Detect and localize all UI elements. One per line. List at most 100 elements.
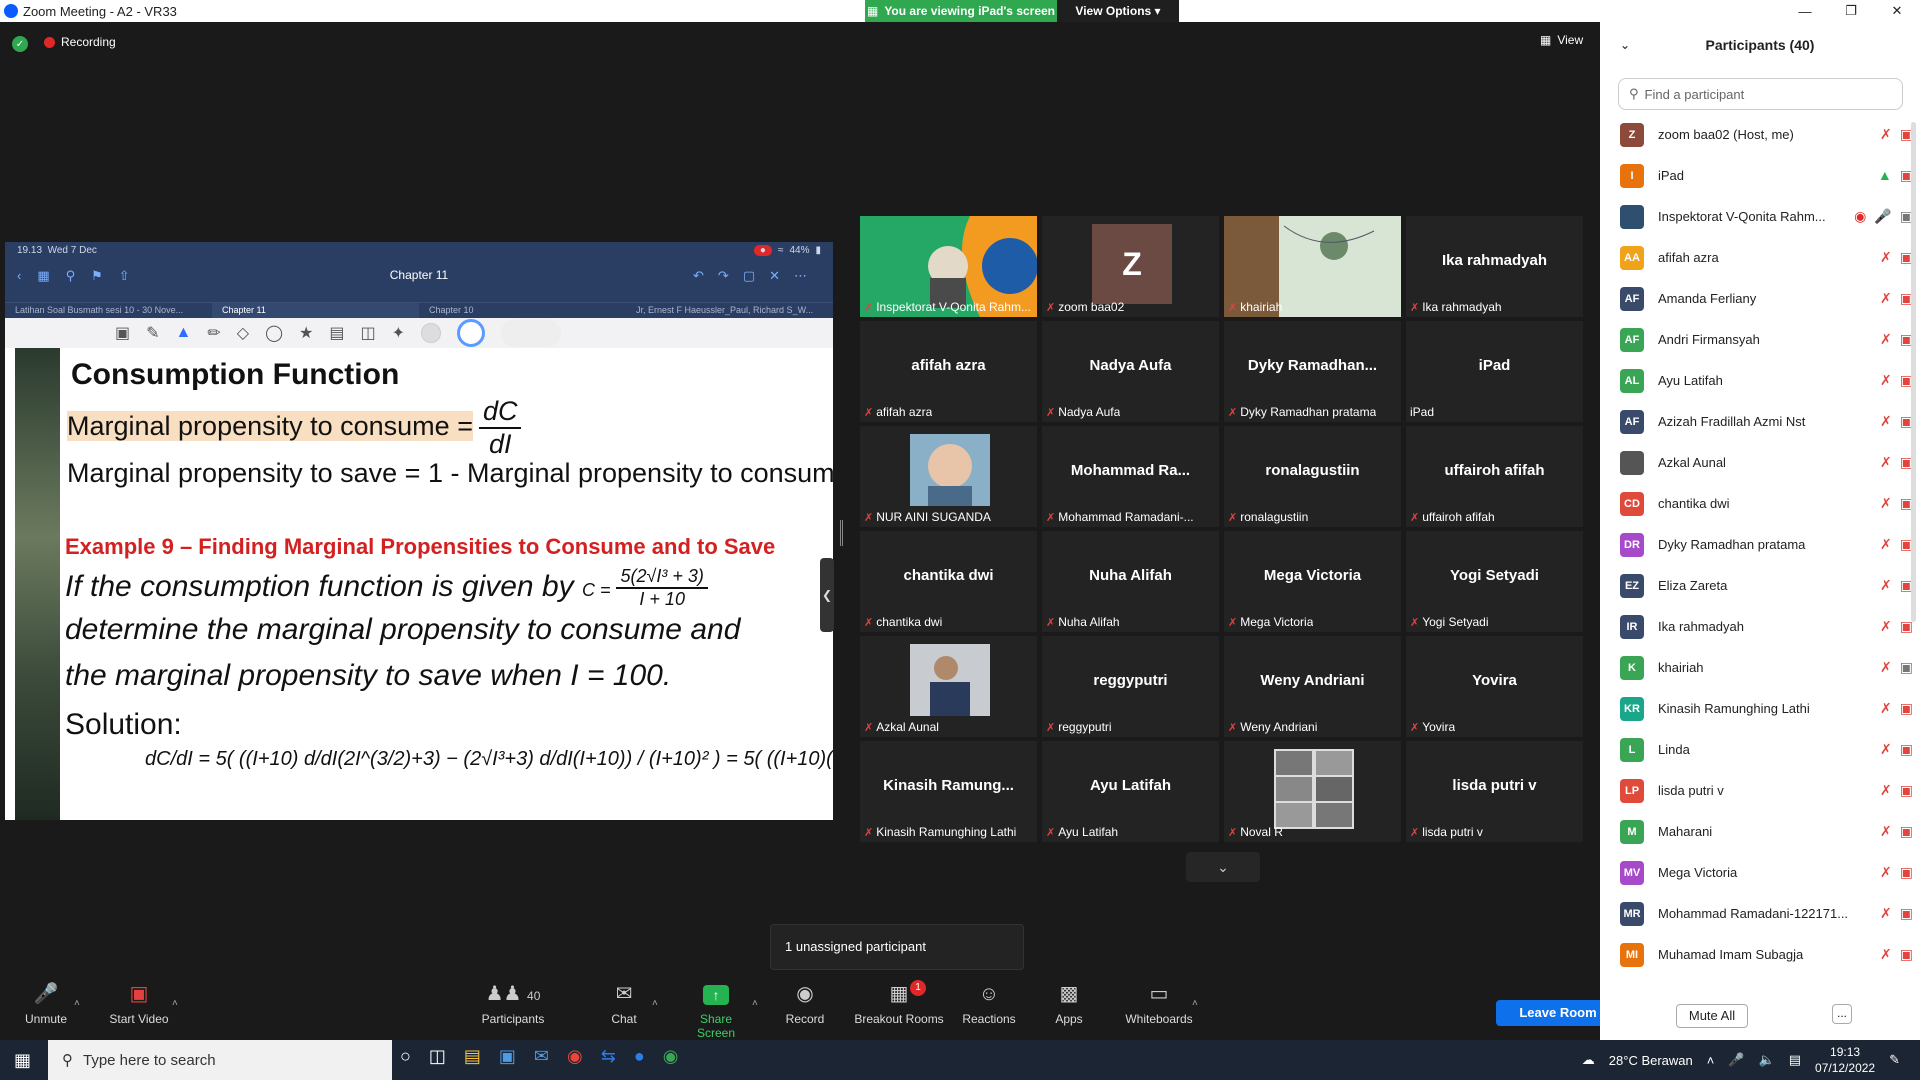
participant-row[interactable]: MV Mega Victoria ✗ ▣ bbox=[1620, 852, 1913, 893]
mute-all-button[interactable]: Mute All bbox=[1676, 1004, 1748, 1028]
participant-row[interactable]: IR Ika rahmadyah ✗ ▣ bbox=[1620, 606, 1913, 647]
muted-mic-icon[interactable]: ✗ bbox=[1880, 290, 1892, 307]
tray-chevron-icon[interactable]: ˄ bbox=[1707, 1053, 1715, 1068]
participant-row[interactable]: M Maharani ✗ ▣ bbox=[1620, 811, 1913, 852]
video-tile[interactable]: reggyputri ✗ reggyputri bbox=[1042, 636, 1219, 737]
video-tile[interactable]: uffairoh afifah ✗ uffairoh afifah bbox=[1406, 426, 1583, 527]
video-tile[interactable]: Nadya Aufa ✗ Nadya Aufa bbox=[1042, 321, 1219, 422]
video-tile[interactable]: ✗ Inspektorat V-Qonita Rahm... bbox=[860, 216, 1037, 317]
video-off-icon[interactable]: ▣ bbox=[1900, 946, 1913, 963]
muted-mic-icon[interactable]: ✗ bbox=[1880, 659, 1892, 676]
participant-row[interactable]: Azkal Aunal ✗ ▣ bbox=[1620, 442, 1913, 483]
cortana-icon[interactable]: ○ bbox=[400, 1046, 411, 1067]
video-off-icon[interactable]: ▣ bbox=[1900, 905, 1913, 922]
minimize-button[interactable]: — bbox=[1782, 0, 1828, 22]
reactions-button[interactable]: ☺ Reactions bbox=[962, 980, 1016, 1026]
collapse-panel-button[interactable]: ❮ bbox=[820, 558, 834, 632]
chat-button[interactable]: ✉ Chat bbox=[606, 980, 642, 1026]
video-tile[interactable]: Yogi Setyadi ✗ Yogi Setyadi bbox=[1406, 531, 1583, 632]
participant-row[interactable]: AA afifah azra ✗ ▣ bbox=[1620, 237, 1913, 278]
video-tile[interactable]: iPad iPad bbox=[1406, 321, 1583, 422]
video-tile[interactable]: Mohammad Ra... ✗ Mohammad Ramadani-... bbox=[1042, 426, 1219, 527]
chevron-down-icon[interactable]: ⌄ bbox=[1620, 22, 1630, 68]
teamviewer-icon[interactable]: ⇆ bbox=[601, 1046, 616, 1067]
participant-row[interactable]: L Linda ✗ ▣ bbox=[1620, 729, 1913, 770]
video-tile[interactable]: ✗ Azkal Aunal bbox=[860, 636, 1037, 737]
participant-row[interactable]: LP lisda putri v ✗ ▣ bbox=[1620, 770, 1913, 811]
task-view-icon[interactable]: ◫ bbox=[429, 1046, 446, 1067]
video-off-icon[interactable]: ▣ bbox=[1900, 741, 1913, 758]
close-button[interactable]: ✕ bbox=[1874, 0, 1920, 22]
record-button[interactable]: ◉ Record bbox=[782, 980, 828, 1026]
file-explorer-icon[interactable]: ▤ bbox=[464, 1046, 481, 1067]
participant-row[interactable]: DR Dyky Ramadhan pratama ✗ ▣ bbox=[1620, 524, 1913, 565]
mic-icon[interactable]: 🎤 bbox=[1874, 208, 1891, 225]
participant-row[interactable]: EZ Eliza Zareta ✗ ▣ bbox=[1620, 565, 1913, 606]
video-tile[interactable]: ✗ khairiah bbox=[1224, 216, 1401, 317]
shared-screen[interactable]: 19.13 Wed 7 Dec ● ≈44% ▮ ‹▦⚲⚑⇧ Chapter 11 … bbox=[5, 242, 833, 820]
participant-row[interactable]: Inspektorat V-Qonita Rahm... ◉ 🎤 ▣ bbox=[1620, 196, 1913, 237]
recording-indicator[interactable]: Recording bbox=[44, 35, 116, 49]
muted-mic-icon[interactable]: ✗ bbox=[1880, 331, 1892, 348]
video-tile[interactable]: Dyky Ramadhan... ✗ Dyky Ramadhan pratama bbox=[1224, 321, 1401, 422]
weather-text[interactable]: 28°C Berawan bbox=[1609, 1053, 1693, 1068]
mail-icon[interactable]: ✉ bbox=[534, 1046, 549, 1067]
participant-row[interactable]: AF Andri Firmansyah ✗ ▣ bbox=[1620, 319, 1913, 360]
taskbar-search-input[interactable]: ⚲ Type here to search bbox=[48, 1040, 392, 1080]
maximize-button[interactable]: ❐ bbox=[1828, 0, 1874, 22]
chrome-icon-2[interactable]: ◉ bbox=[663, 1046, 679, 1067]
whiteboards-button[interactable]: ▭ Whiteboards bbox=[1124, 980, 1194, 1026]
audio-options-caret[interactable]: ˄ bbox=[74, 998, 80, 1009]
muted-mic-icon[interactable]: ✗ bbox=[1880, 782, 1892, 799]
muted-mic-icon[interactable]: ✗ bbox=[1880, 372, 1892, 389]
windows-start-icon[interactable]: ▦ bbox=[14, 1050, 31, 1071]
video-tile[interactable]: Z ✗ zoom baa02 bbox=[1042, 216, 1219, 317]
video-tile[interactable]: ronalagustiin ✗ ronalagustiin bbox=[1224, 426, 1401, 527]
video-options-caret[interactable]: ˄ bbox=[172, 998, 178, 1009]
unassigned-participant-tooltip[interactable]: 1 unassigned participant bbox=[770, 924, 1024, 970]
participant-row[interactable]: IiPad ▲ ▣ bbox=[1620, 155, 1913, 196]
video-off-icon[interactable]: ▣ bbox=[1900, 782, 1913, 799]
muted-mic-icon[interactable]: ✗ bbox=[1880, 126, 1892, 143]
video-tile[interactable]: Weny Andriani ✗ Weny Andriani bbox=[1224, 636, 1401, 737]
video-off-icon[interactable]: ▣ bbox=[1900, 864, 1913, 881]
start-video-button[interactable]: ▣ Start Video bbox=[106, 980, 172, 1026]
video-tile[interactable]: afifah azra ✗ afifah azra bbox=[860, 321, 1037, 422]
muted-mic-icon[interactable]: ✗ bbox=[1880, 864, 1892, 881]
split-handle[interactable] bbox=[840, 520, 843, 546]
zoom-taskbar-icon[interactable]: ● bbox=[634, 1046, 645, 1067]
notifications-icon[interactable]: ✎ bbox=[1889, 1052, 1900, 1068]
security-shield-icon[interactable]: ✓ bbox=[12, 36, 28, 52]
muted-mic-icon[interactable]: ✗ bbox=[1880, 700, 1892, 717]
muted-mic-icon[interactable]: ✗ bbox=[1880, 413, 1892, 430]
participant-row[interactable]: AL Ayu Latifah ✗ ▣ bbox=[1620, 360, 1913, 401]
gallery-next-page-button[interactable]: ⌄ bbox=[1186, 852, 1260, 882]
participant-row[interactable]: AF Azizah Fradillah Azmi Nst ✗ ▣ bbox=[1620, 401, 1913, 442]
participant-row[interactable]: MR Mohammad Ramadani-122171... ✗ ▣ bbox=[1620, 893, 1913, 934]
muted-mic-icon[interactable]: ✗ bbox=[1880, 249, 1892, 266]
system-clock[interactable]: 19:13 07/12/2022 bbox=[1815, 1044, 1875, 1076]
participant-row[interactable]: CD chantika dwi ✗ ▣ bbox=[1620, 483, 1913, 524]
chat-options-caret[interactable]: ˄ bbox=[652, 998, 658, 1009]
share-options-caret[interactable]: ˄ bbox=[752, 998, 758, 1009]
muted-mic-icon[interactable]: ✗ bbox=[1880, 495, 1892, 512]
participant-row[interactable]: Zzoom baa02 (Host, me) ✗ ▣ bbox=[1620, 114, 1913, 155]
video-tile[interactable]: chantika dwi ✗ chantika dwi bbox=[860, 531, 1037, 632]
store-icon[interactable]: ▣ bbox=[499, 1046, 516, 1067]
video-off-icon[interactable]: ▣ bbox=[1900, 700, 1913, 717]
more-options-button[interactable]: ... bbox=[1832, 1004, 1852, 1024]
video-tile[interactable]: Nuha Alifah ✗ Nuha Alifah bbox=[1042, 531, 1219, 632]
share-screen-button[interactable]: ↑ Share Screen bbox=[680, 980, 752, 1040]
participant-list-scrollbar[interactable] bbox=[1911, 122, 1916, 622]
video-icon[interactable]: ▣ bbox=[1900, 659, 1913, 676]
chrome-icon[interactable]: ◉ bbox=[567, 1046, 583, 1067]
breakout-rooms-button[interactable]: ▦ 1 Breakout Rooms bbox=[852, 980, 946, 1026]
whiteboard-options-caret[interactable]: ˄ bbox=[1192, 998, 1198, 1009]
muted-mic-icon[interactable]: ✗ bbox=[1880, 536, 1892, 553]
participants-button[interactable]: ♟♟ 40 Participants bbox=[480, 980, 546, 1026]
network-icon[interactable]: ▤ bbox=[1789, 1052, 1801, 1068]
video-tile[interactable]: ✗ NUR AINI SUGANDA bbox=[860, 426, 1037, 527]
video-tile[interactable]: Yovira ✗ Yovira bbox=[1406, 636, 1583, 737]
participant-row[interactable]: MI Muhamad Imam Subagja ✗ ▣ bbox=[1620, 934, 1913, 975]
video-tile[interactable]: Ika rahmadyah ✗ Ika rahmadyah bbox=[1406, 216, 1583, 317]
